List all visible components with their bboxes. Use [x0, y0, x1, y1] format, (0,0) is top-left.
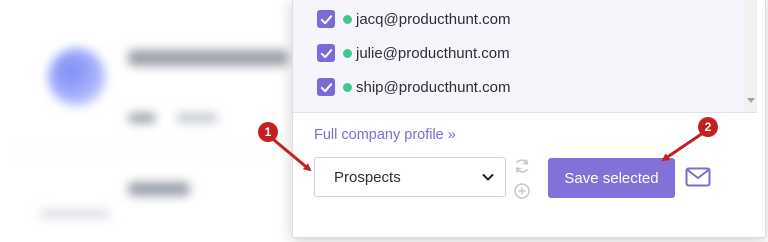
annotation-badge-2: 2	[698, 117, 718, 137]
refresh-icon[interactable]	[513, 157, 531, 175]
full-company-profile-link[interactable]: Full company profile »	[314, 127, 456, 143]
email-row[interactable]: ship@producthunt.com	[317, 75, 510, 99]
mail-icon[interactable]	[685, 167, 711, 187]
status-dot-icon	[343, 82, 352, 92]
blurred-text	[128, 182, 190, 196]
blurred-avatar	[48, 48, 106, 106]
status-dot-icon	[343, 48, 352, 58]
email-checkbox[interactable]	[317, 44, 335, 62]
email-address: jacq@producthunt.com	[356, 10, 511, 28]
check-icon	[320, 48, 332, 58]
list-select[interactable]: Prospects	[314, 157, 506, 197]
scroll-down-arrow-icon[interactable]	[747, 98, 755, 103]
list-scrollbar[interactable]	[744, 0, 757, 112]
add-circle-icon[interactable]	[513, 182, 531, 200]
list-select-value: Prospects	[334, 168, 401, 186]
email-row[interactable]: julie@producthunt.com	[317, 41, 510, 65]
annotation-badge-1: 1	[258, 122, 278, 142]
email-checkbox[interactable]	[317, 78, 335, 96]
email-checkbox[interactable]	[317, 10, 335, 28]
contacts-popup: jacq@producthunt.com julie@producthunt.c…	[292, 0, 766, 238]
email-list: jacq@producthunt.com julie@producthunt.c…	[293, 0, 757, 113]
blurred-divider	[20, 152, 292, 153]
email-address: julie@producthunt.com	[356, 44, 510, 62]
status-dot-icon	[343, 14, 352, 24]
blurred-text	[40, 210, 110, 218]
chevron-down-icon	[482, 174, 494, 181]
blurred-text	[176, 113, 218, 123]
blurred-text	[128, 50, 288, 66]
email-row[interactable]: jacq@producthunt.com	[317, 7, 510, 31]
email-address: ship@producthunt.com	[356, 78, 511, 96]
check-icon	[320, 14, 332, 24]
blurred-text	[128, 113, 156, 123]
save-selected-button[interactable]: Save selected	[548, 158, 675, 198]
check-icon	[320, 82, 332, 92]
